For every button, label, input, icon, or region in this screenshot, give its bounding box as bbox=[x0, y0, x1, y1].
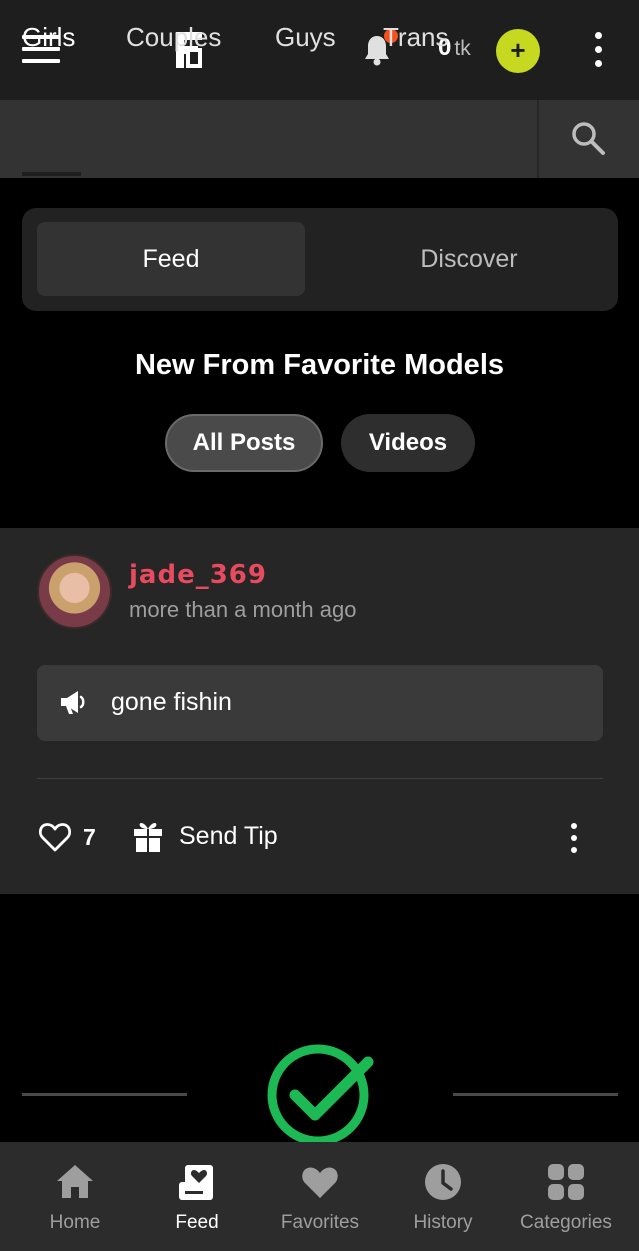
gift-icon[interactable] bbox=[133, 819, 163, 853]
category-tab-bar bbox=[0, 100, 639, 178]
active-tab-indicator bbox=[22, 172, 81, 176]
tab-couples[interactable]: Couples bbox=[126, 22, 221, 53]
post-divider bbox=[37, 778, 603, 779]
heart-icon bbox=[302, 1167, 338, 1198]
tab-divider bbox=[537, 100, 539, 178]
nav-categories[interactable]: Categories bbox=[511, 1142, 621, 1251]
grid-icon bbox=[548, 1164, 584, 1200]
home-icon bbox=[57, 1165, 93, 1198]
nav-home-label: Home bbox=[49, 1212, 101, 1233]
segment-feed[interactable]: Feed bbox=[37, 222, 305, 296]
nav-favorites-label: Favorites bbox=[280, 1212, 360, 1233]
nav-home[interactable]: Home bbox=[25, 1142, 125, 1251]
filter-videos[interactable]: Videos bbox=[341, 414, 475, 472]
tab-trans[interactable]: Trans bbox=[383, 22, 449, 53]
post-more-icon[interactable] bbox=[568, 823, 580, 857]
nav-history[interactable]: History bbox=[393, 1142, 493, 1251]
clock-icon bbox=[425, 1164, 461, 1200]
announcement-text: gone fishin bbox=[111, 688, 232, 716]
nav-history-label: History bbox=[413, 1212, 473, 1233]
nav-feed[interactable]: Feed bbox=[147, 1142, 247, 1251]
add-tokens-button[interactable]: + bbox=[496, 29, 540, 73]
post-timestamp: more than a month ago bbox=[129, 597, 357, 622]
feed-icon bbox=[179, 1165, 213, 1200]
segment-discover[interactable]: Discover bbox=[320, 222, 618, 296]
heart-outline-icon[interactable] bbox=[38, 821, 72, 853]
check-circle-icon bbox=[267, 1044, 374, 1146]
nav-favorites[interactable]: Favorites bbox=[270, 1142, 370, 1251]
post-username[interactable]: jade_369 bbox=[129, 560, 267, 590]
end-divider-left bbox=[22, 1093, 187, 1096]
avatar[interactable] bbox=[37, 554, 112, 629]
tab-guys[interactable]: Guys bbox=[275, 22, 336, 53]
nav-categories-label: Categories bbox=[520, 1212, 612, 1233]
more-options-icon[interactable] bbox=[592, 32, 604, 70]
end-divider-right bbox=[453, 1093, 618, 1096]
search-icon[interactable] bbox=[570, 120, 606, 156]
filter-all-posts[interactable]: All Posts bbox=[165, 414, 323, 472]
nav-feed-label: Feed bbox=[175, 1212, 219, 1233]
megaphone-icon bbox=[61, 691, 85, 714]
send-tip-button[interactable]: Send Tip bbox=[179, 822, 278, 851]
bottom-nav: Home Feed Favorites History Categories bbox=[0, 1142, 639, 1251]
like-count: 7 bbox=[83, 824, 96, 850]
tab-girls[interactable]: Girls bbox=[22, 22, 75, 53]
token-unit: tk bbox=[454, 37, 471, 60]
section-title: New From Favorite Models bbox=[134, 349, 504, 381]
